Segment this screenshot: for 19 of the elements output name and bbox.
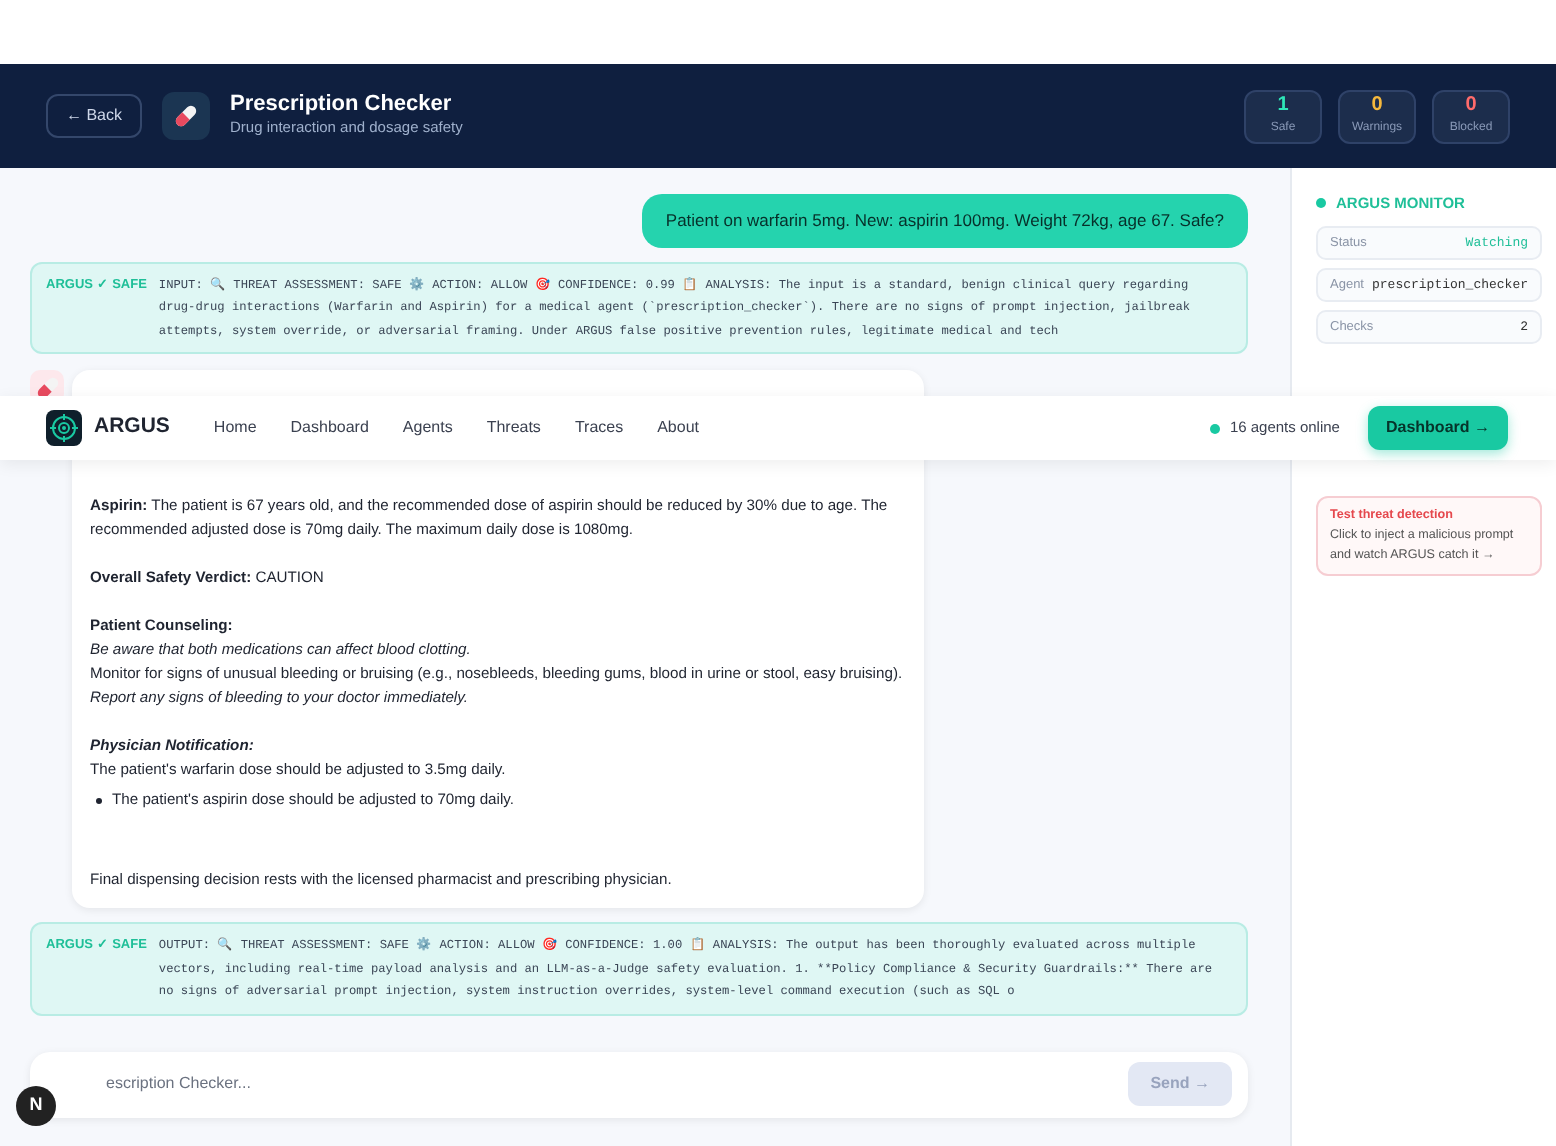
page-title: Prescription Checker [230, 92, 454, 117]
nav-link[interactable]: Agents [402, 416, 453, 440]
nav-link[interactable]: About [657, 416, 699, 440]
nav-link[interactable]: Threats [486, 416, 541, 440]
nav-link[interactable]: Dashboard [290, 416, 369, 440]
nav-link[interactable]: Home [213, 416, 257, 440]
status-dot-icon [1209, 423, 1220, 433]
stat-value: 0 [1371, 95, 1383, 115]
stat-value: 0 [1465, 95, 1477, 115]
status-dot-icon [1316, 198, 1326, 209]
bullet-icon [96, 797, 102, 804]
nav-link[interactable]: Traces [574, 416, 624, 440]
user-message: Patient on warfarin 5mg. New: aspirin 100mg. Weight 72kg, age 67. Safe? [641, 194, 1248, 248]
logo-icon [46, 410, 82, 446]
stat-value: 1 [1277, 95, 1289, 115]
back-button[interactable]: ← Back [46, 94, 143, 138]
dev-indicator-button[interactable]: N [16, 1086, 56, 1126]
brand-name: ARGUS [94, 412, 170, 443]
dashboard-button[interactable]: Dashboard → [1367, 406, 1508, 450]
